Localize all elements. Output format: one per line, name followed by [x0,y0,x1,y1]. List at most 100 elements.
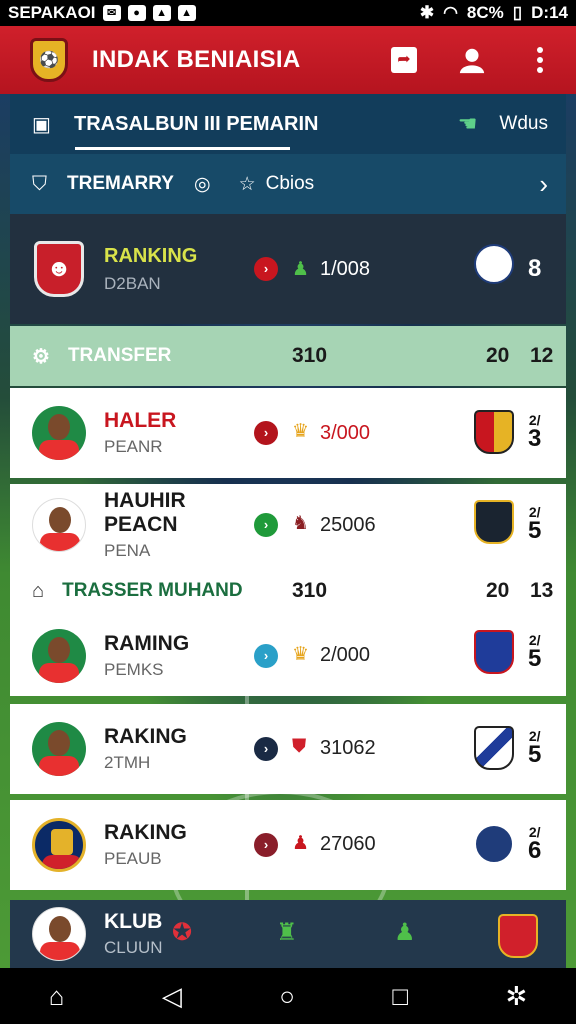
player-card[interactable]: RAMING PEMKS › ♛ 2/000 2/ 5 [10,616,566,696]
header-tab-panel: ▣ TRASALBUN III PEMARIN ☚ Wdus [10,94,566,154]
app-logo-icon: ⚽ [30,38,68,82]
system-nav-bar: ⌂ ◁ ○ □ ✲ [0,968,576,1024]
player-avatar [32,629,86,683]
tab-underline [75,147,290,150]
more-vert-icon [537,47,543,73]
status-bar: SEPAKAOI ✉ ● ▲ ▲ ✱ ◠ 8C% ▯ D:14 [0,0,576,26]
transfer-bar[interactable]: ⚙ TRANSFER 310 20 12 [10,326,566,386]
player-value: 3/000 [320,422,371,444]
ranking-score: 8 [528,255,542,282]
player-score: 5 [528,517,542,544]
star-tab-icon[interactable]: ✪ [172,918,192,947]
ranking-player-avatar: ☻ [34,241,84,297]
player-card[interactable]: RAKING PEAUB › ♟ 27060 2/ 6 [10,800,566,890]
arrow-icon: › [254,833,278,857]
transfer-value-1: 20 [486,344,510,367]
player-card[interactable]: RAKING 2TMH › ⛊ 31062 2/ 5 [10,704,566,794]
arrow-icon: › [254,421,278,445]
tab-club-label[interactable]: KLUB [104,910,163,934]
club-crest-icon [474,630,514,674]
ranking-title: RANKING [104,244,198,267]
header-right-label[interactable]: Wdus [499,113,548,135]
settings-icon[interactable]: ✲ [505,981,527,1012]
club-crest-icon [474,500,514,544]
player-value: 2/000 [320,644,371,666]
player-card[interactable]: HAUHIR PEACN PENA › ♞ 25006 2/ 5 [10,484,566,566]
player-score: 3 [528,425,542,452]
house-icon: ⌂ [32,579,45,602]
team-tab-icon[interactable]: ♟ [394,918,416,947]
arrow-icon: › [254,644,278,668]
club-tab-crest-icon[interactable] [498,914,538,958]
club-tab-avatar[interactable] [32,907,86,961]
app-title: INDAK BENIAISIA [92,46,301,73]
tab-label[interactable]: TRASALBUN III PEMARIN [74,113,318,136]
player-score: 6 [528,837,542,864]
player-sub: PEANR [104,437,163,456]
tab-club-sub: CLUUN [104,938,163,957]
player-name: RAMING [104,632,190,655]
player-name: RAKING [104,725,187,748]
transfer-mid-value: 310 [292,344,328,367]
player-sub: PEMKS [104,660,164,679]
bottom-tab-bar: KLUB CLUUN ✪ ♜ ♟ [10,900,566,968]
transfer-mid-value: 310 [292,579,328,602]
subheader-label: TREMARRY [67,173,174,194]
player-avatar [32,406,86,460]
player-value: 25006 [320,514,376,536]
star-icon: ☆ [238,173,256,195]
ranking-card[interactable]: ☻ RANKING D2BAN › ♟ 1/008 8 [10,214,566,324]
subheader-row[interactable]: ⛉ TREMARRY ◎ ☆ Cbios › [10,154,566,214]
circle-home-icon[interactable]: ○ [279,981,295,1012]
player-card[interactable]: HALER PEANR › ♛ 3/000 2/ 3 [10,388,566,478]
clock: D:14 [531,3,568,22]
image-icon: ▲ [152,5,171,21]
photo-icon: ▲ [177,5,196,21]
back-icon[interactable]: ◁ [162,981,182,1012]
battery-icon: ▯ [512,3,523,22]
transfer-bar[interactable]: ⌂ TRASSER MUHAND 310 20 13 [10,566,566,616]
profile-button[interactable] [458,46,486,74]
shield-icon: ⛉ [32,172,47,195]
trophy-icon: ♛ [292,644,310,665]
hand-icon: ☚ [457,111,478,136]
badge-icon: ⛊ [292,736,307,757]
club-crest-icon [474,726,514,770]
share-icon: ➦ [391,47,417,73]
trophy-icon: ♛ [292,421,310,442]
player-name: RAKING [104,821,187,844]
transfer-value-2: 12 [530,344,554,367]
battery-percent: 8C% [466,3,504,22]
player-sub: PENA [104,541,151,560]
arrow-icon: › [254,257,278,281]
mail-icon: ✉ [102,5,121,21]
club-crest-icon [474,244,514,284]
player-value: 31062 [320,737,376,759]
bluetooth-icon: ✱ [419,3,435,22]
arrow-icon: › [254,737,278,761]
recents-icon[interactable]: □ [392,981,408,1012]
player-name: HALER [104,409,177,432]
club-avatar [32,818,86,872]
player-avatar [32,722,86,776]
transfer-label: TRANSFER [67,345,172,366]
home-icon[interactable]: ⌂ [49,981,65,1012]
subheader-mid-label: Cbios [265,173,315,194]
transfer-value-1: 20 [486,579,510,602]
chat-icon: ● [127,5,146,21]
chevron-right-icon: › [539,168,548,199]
club-crest-icon [474,410,514,454]
club-crest-icon [474,824,514,864]
more-menu-button[interactable] [526,46,554,74]
player-icon: ♟ [292,258,310,280]
share-button[interactable]: ➦ [390,46,418,74]
trophy-tab-icon[interactable]: ♜ [276,918,298,947]
player-score: 5 [528,741,542,768]
app-bar: ⚽ INDAK BENIAISIA ➦ [0,26,576,94]
carrier-text: SEPAKAOI [8,3,96,22]
player-value: 27060 [320,833,376,855]
transfer-label: TRASSER MUHAND [62,580,243,601]
ranking-value: 1/008 [320,257,371,280]
player-avatar [32,498,86,552]
wifi-icon: ◠ [443,3,458,22]
